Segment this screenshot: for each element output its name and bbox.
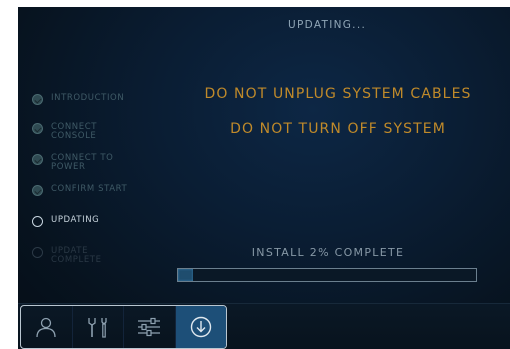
tab-settings[interactable] (124, 306, 176, 348)
step-update-complete: UPDATE COMPLETE (32, 247, 133, 265)
step-label: CONFIRM START (51, 184, 128, 194)
install-progress-fill (178, 269, 193, 281)
page-title: UPDATING... (288, 19, 367, 31)
bottom-tab-group (20, 305, 227, 349)
step-confirm-start: CONFIRM START (32, 185, 127, 196)
step-current-circle-icon (32, 216, 43, 227)
install-progress-label: INSTALL 2% COMPLETE (251, 246, 405, 259)
step-pending-circle-icon (32, 247, 43, 258)
tab-system-update[interactable] (175, 306, 226, 348)
tools-icon (88, 318, 107, 338)
step-complete-check-icon (32, 123, 43, 134)
step-introduction: INTRODUCTION (32, 94, 124, 105)
step-label: UPDATE COMPLETE (51, 246, 102, 265)
update-screen: INTRODUCTION CONNECT CONSOLE CONNECT TO … (18, 7, 510, 349)
step-label: INTRODUCTION (51, 93, 125, 103)
download-icon (190, 316, 211, 338)
step-label: CONNECT CONSOLE (51, 122, 98, 141)
user-icon (36, 317, 56, 338)
step-complete-check-icon (32, 94, 43, 105)
install-progress-bar (177, 268, 477, 282)
step-label: UPDATING (51, 215, 100, 225)
step-label: CONNECT TO POWER (51, 153, 114, 172)
step-connect-console: CONNECT CONSOLE (32, 123, 133, 141)
step-connect-to-power: CONNECT TO POWER (32, 154, 133, 172)
update-steps-sidebar: INTRODUCTION CONNECT CONSOLE CONNECT TO … (18, 7, 158, 297)
sliders-icon (138, 317, 161, 337)
step-complete-check-icon (32, 154, 43, 165)
warning-unplug-cables: DO NOT UNPLUG SYSTEM CABLES (204, 86, 472, 102)
warning-turn-off-system: DO NOT TURN OFF SYSTEM (230, 121, 446, 137)
step-updating: UPDATING (32, 216, 99, 227)
step-complete-check-icon (32, 185, 43, 196)
tab-user[interactable] (21, 306, 73, 348)
tab-tools[interactable] (73, 306, 124, 348)
